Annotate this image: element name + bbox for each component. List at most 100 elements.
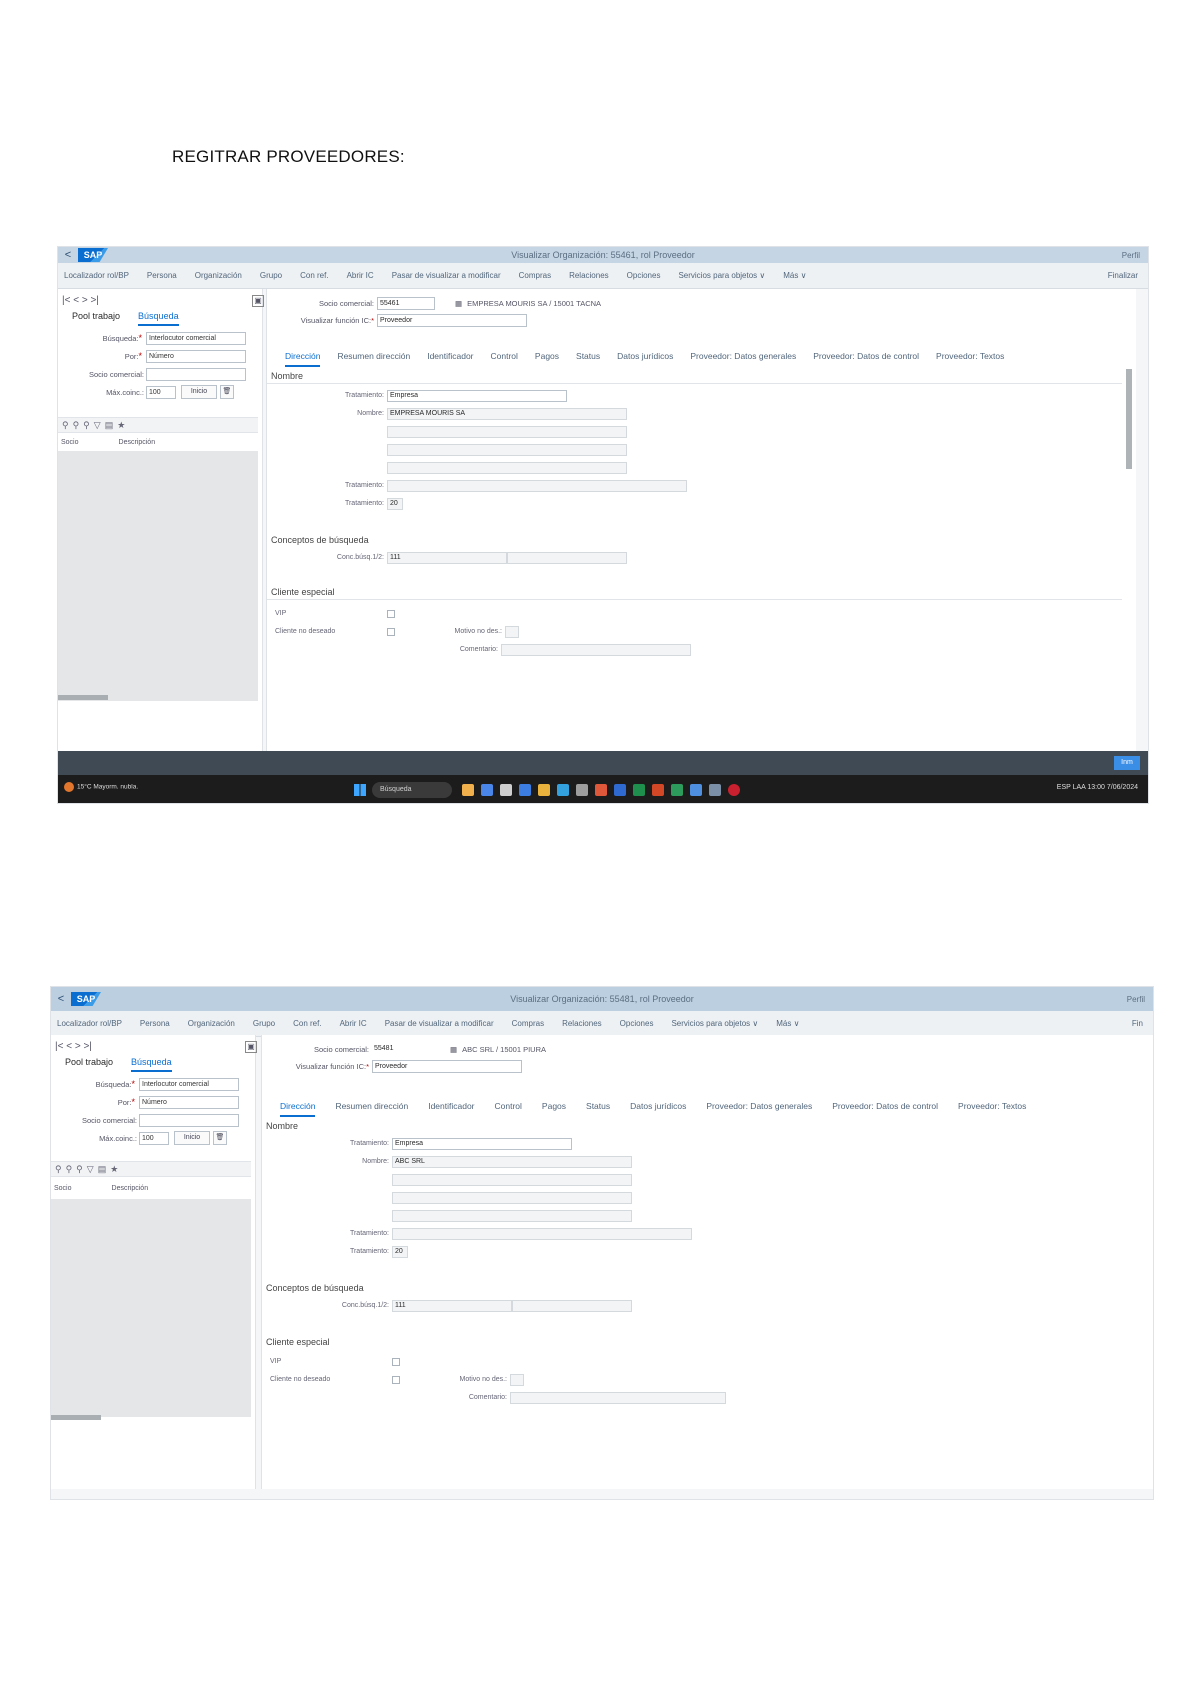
tab-pool-trabajo[interactable]: Pool trabajo (65, 1057, 113, 1072)
col-socio[interactable]: Socio (54, 1185, 72, 1192)
user-menu[interactable]: Perfil (1122, 251, 1140, 260)
list-toolbar[interactable]: ⚲⚲⚲▽▤★ (58, 417, 258, 433)
collapse-panel-icon[interactable]: ▣ (245, 1041, 257, 1053)
conc-input-1[interactable]: 111 (392, 1299, 512, 1312)
toolbar-mas[interactable]: Más ∨ (783, 271, 806, 280)
chrome-icon[interactable] (595, 784, 607, 796)
tab-textos[interactable]: Proveedor: Textos (936, 351, 1004, 367)
tab-status[interactable]: Status (586, 1101, 610, 1117)
trat2-input[interactable] (387, 479, 687, 492)
busqueda-select[interactable]: Interlocutor comercial (139, 1077, 239, 1091)
toolbar-pasar-modificar[interactable]: Pasar de visualizar a modificar (392, 271, 501, 280)
header-socio-input[interactable]: 55481 (372, 1042, 430, 1056)
record-navigation[interactable]: |< < > >| ▣ (55, 1041, 257, 1053)
toolbar-relaciones[interactable]: Relaciones (569, 271, 609, 280)
record-navigation[interactable]: |< < > >| ▣ (62, 295, 264, 307)
toolbar-compras[interactable]: Compras (519, 271, 551, 280)
motivo-input[interactable] (505, 625, 519, 638)
vip-checkbox[interactable] (387, 609, 395, 618)
trat-select[interactable]: Empresa (392, 1137, 572, 1150)
toolbar-organizacion[interactable]: Organización (195, 271, 242, 280)
tab-identificador[interactable]: Identificador (428, 1101, 474, 1117)
col-descripcion[interactable]: Descripción (119, 439, 156, 446)
record-icon[interactable] (728, 784, 740, 796)
toolbar-persona[interactable]: Persona (147, 271, 177, 280)
edge-icon[interactable] (557, 784, 569, 796)
toolbar-opciones[interactable]: Opciones (627, 271, 661, 280)
tab-resumen-direccion[interactable]: Resumen dirección (337, 351, 410, 367)
comentario-input[interactable] (510, 1391, 726, 1404)
results-list[interactable] (51, 1199, 251, 1417)
conc-input-2[interactable] (512, 1299, 632, 1312)
app-icon-3[interactable] (519, 784, 531, 796)
trat3-input[interactable]: 20 (392, 1245, 408, 1258)
nombre-input-2[interactable] (387, 425, 627, 438)
results-list[interactable] (58, 451, 258, 701)
max-input[interactable]: 100 (146, 385, 176, 399)
tab-datos-juridicos[interactable]: Datos jurídicos (617, 351, 673, 367)
delete-icon[interactable]: 🗑 (213, 1131, 227, 1145)
col-socio[interactable]: Socio (61, 439, 79, 446)
inicio-button[interactable]: Inicio (174, 1131, 210, 1145)
tab-busqueda[interactable]: Búsqueda (131, 1057, 172, 1072)
toolbar-localizador[interactable]: Localizador rol/BP (64, 271, 129, 280)
toolbar-organizacion[interactable]: Organización (188, 1019, 235, 1028)
finalizar-button[interactable]: Finalizar (1108, 271, 1138, 280)
horizontal-scrollbar[interactable] (58, 695, 108, 700)
tab-pagos[interactable]: Pagos (542, 1101, 566, 1117)
collapse-panel-icon[interactable]: ▣ (252, 295, 264, 307)
trat2-input[interactable] (392, 1227, 692, 1240)
tab-direccion[interactable]: Dirección (280, 1101, 316, 1117)
tab-pool-trabajo[interactable]: Pool trabajo (72, 311, 120, 326)
socio-input[interactable] (146, 367, 246, 381)
app-icon-6[interactable] (709, 784, 721, 796)
tab-direccion[interactable]: Dirección (285, 351, 321, 367)
system-tray[interactable]: ESP LAA 13:00 7/06/2024 (1057, 784, 1138, 791)
footer-button[interactable]: Inm (1114, 756, 1140, 770)
tab-pagos[interactable]: Pagos (535, 351, 559, 367)
tab-control[interactable]: Control (491, 351, 518, 367)
tab-datos-control[interactable]: Proveedor: Datos de control (813, 351, 919, 367)
nav-arrows[interactable]: |< < > >| (55, 1041, 92, 1052)
toolbar-con-ref[interactable]: Con ref. (293, 1019, 321, 1028)
folder-icon[interactable] (538, 784, 550, 796)
trat3-input[interactable]: 20 (387, 497, 403, 510)
nombre-input-1[interactable]: EMPRESA MOURIS SA (387, 407, 627, 420)
user-menu[interactable]: Perfil (1127, 995, 1145, 1004)
toolbar-servicios[interactable]: Servicios para objetos ∨ (678, 271, 765, 280)
nombre-input-4[interactable] (392, 1209, 632, 1222)
busqueda-select[interactable]: Interlocutor comercial (146, 331, 246, 345)
nodeseado-checkbox[interactable] (387, 627, 395, 636)
toolbar-opciones[interactable]: Opciones (620, 1019, 654, 1028)
vip-checkbox[interactable] (392, 1357, 400, 1366)
toolbar-relaciones[interactable]: Relaciones (562, 1019, 602, 1028)
toolbar-abrir-ic[interactable]: Abrir IC (347, 271, 374, 280)
conc-input-2[interactable] (507, 551, 627, 564)
toolbar-grupo[interactable]: Grupo (253, 1019, 275, 1028)
toolbar-localizador[interactable]: Localizador rol/BP (57, 1019, 122, 1028)
file-explorer-icon[interactable] (462, 784, 474, 796)
weather-widget[interactable]: 15°C Mayorm. nubla. (64, 782, 138, 792)
inicio-button[interactable]: Inicio (181, 385, 217, 399)
toolbar-abrir-ic[interactable]: Abrir IC (340, 1019, 367, 1028)
taskbar-search[interactable]: Búsqueda (372, 782, 452, 798)
nodeseado-checkbox[interactable] (392, 1375, 400, 1384)
excel-icon[interactable] (633, 784, 645, 796)
tab-datos-generales[interactable]: Proveedor: Datos generales (706, 1101, 812, 1117)
horizontal-scrollbar[interactable] (51, 1415, 101, 1420)
nombre-input-3[interactable] (387, 443, 627, 456)
por-select[interactable]: Número (146, 349, 246, 363)
toolbar-pasar-modificar[interactable]: Pasar de visualizar a modificar (385, 1019, 494, 1028)
tab-datos-juridicos[interactable]: Datos jurídicos (630, 1101, 686, 1117)
toolbar-compras[interactable]: Compras (512, 1019, 544, 1028)
powerpoint-icon[interactable] (652, 784, 664, 796)
tab-control[interactable]: Control (495, 1101, 522, 1117)
motivo-input[interactable] (510, 1373, 524, 1386)
tab-identificador[interactable]: Identificador (427, 351, 473, 367)
tab-resumen-direccion[interactable]: Resumen dirección (335, 1101, 408, 1117)
nombre-input-4[interactable] (387, 461, 627, 474)
delete-icon[interactable]: 🗑 (220, 385, 234, 399)
app-icon-1[interactable] (481, 784, 493, 796)
tab-datos-generales[interactable]: Proveedor: Datos generales (690, 351, 796, 367)
por-select[interactable]: Número (139, 1095, 239, 1109)
